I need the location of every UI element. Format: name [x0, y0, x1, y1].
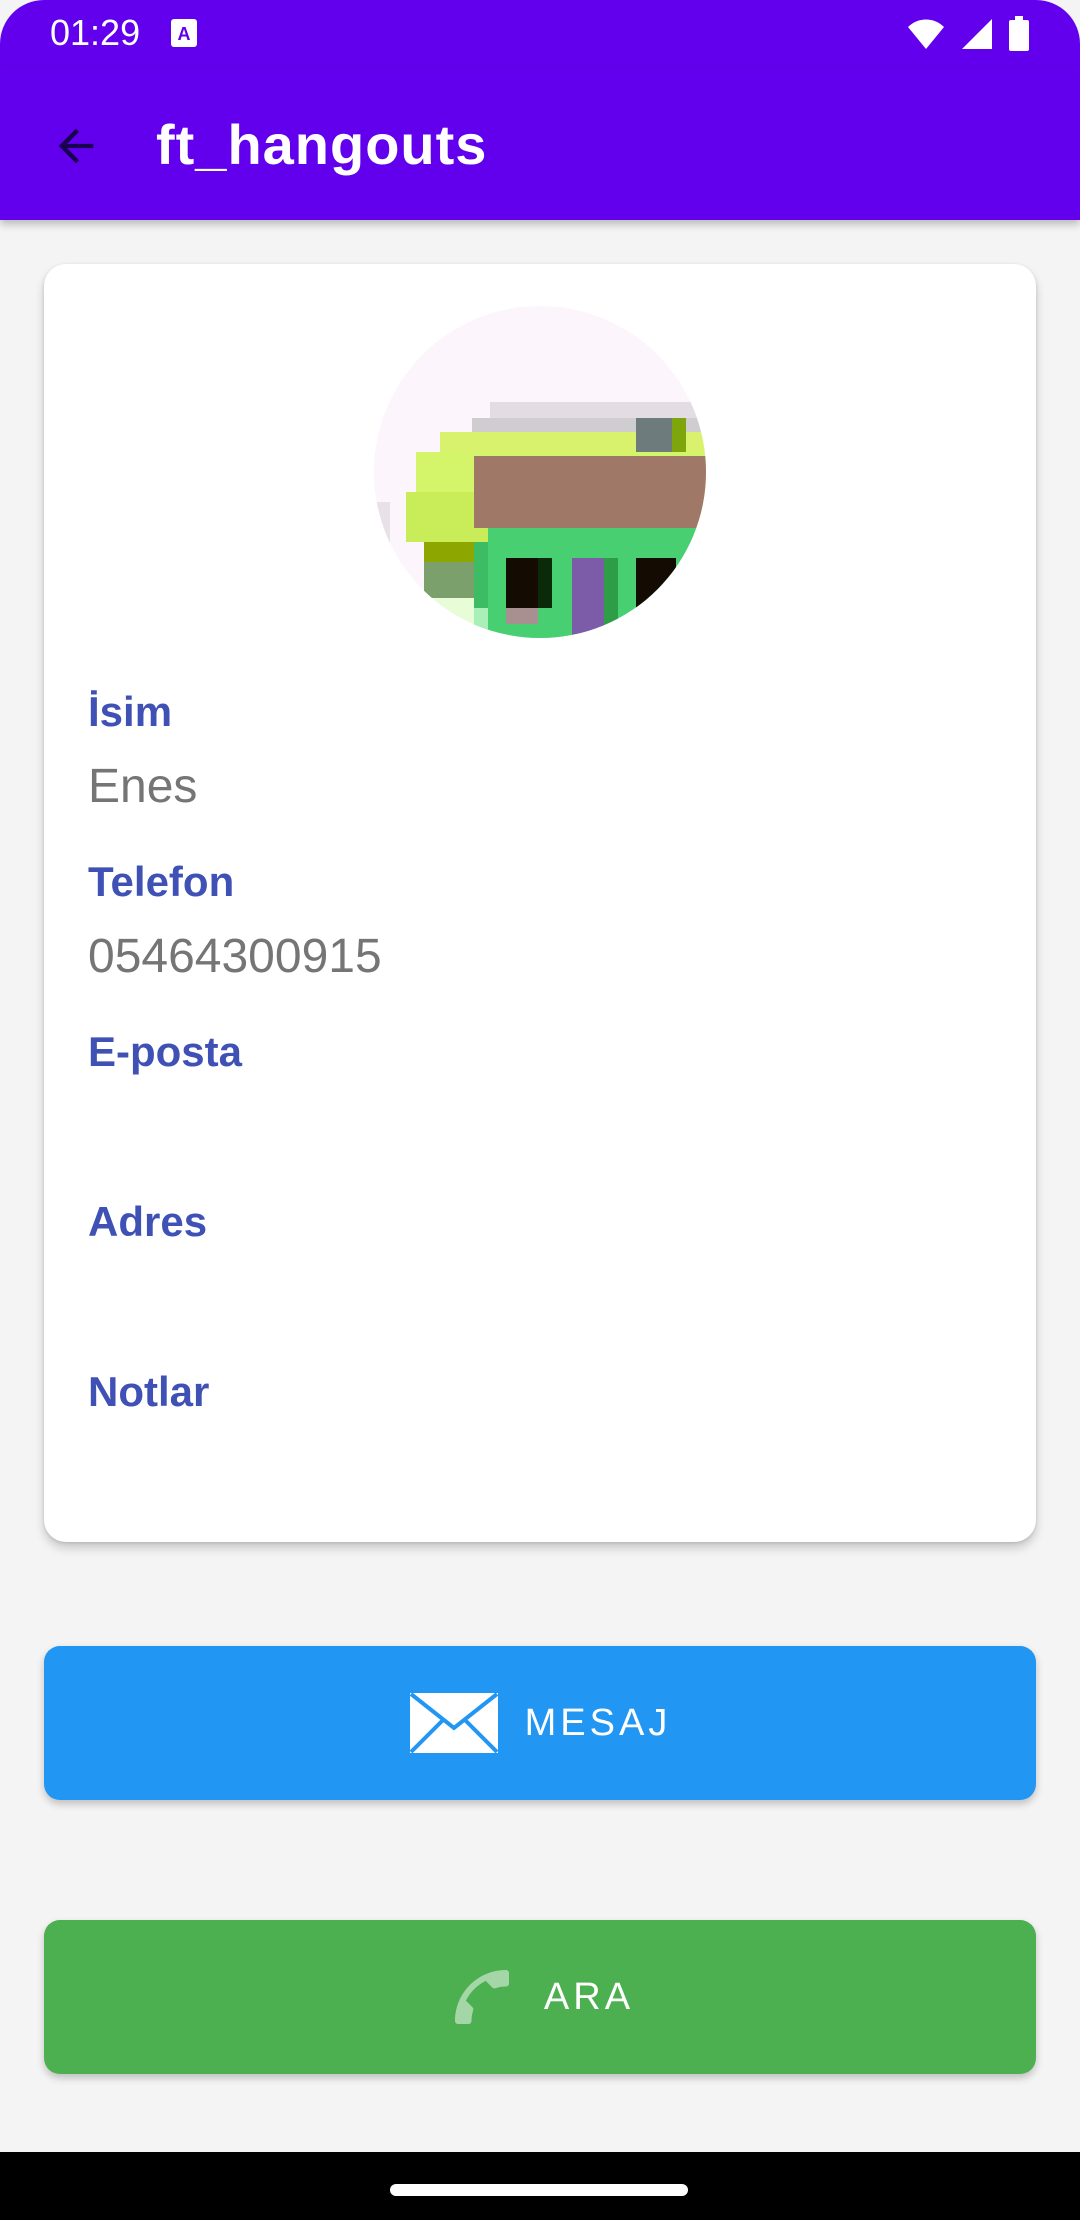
- status-icons: [906, 14, 1030, 54]
- status-time: 01:29: [50, 12, 141, 53]
- contact-card: İsim Enes Telefon 05464300915 E-posta Ad…: [44, 264, 1036, 1542]
- status-bar: 01:29 A: [0, 0, 1080, 66]
- keyboard-a-icon: A: [171, 19, 197, 47]
- svg-text:A: A: [178, 24, 191, 44]
- email-label: E-posta: [88, 1028, 243, 1075]
- avatar-image: [374, 306, 706, 638]
- wifi-icon: [908, 19, 944, 49]
- back-button[interactable]: [38, 108, 114, 184]
- message-button-label: MESAJ: [524, 1702, 672, 1744]
- call-button-label: ARA: [543, 1976, 635, 2018]
- name-label: İsim: [88, 688, 173, 735]
- phone-label: Telefon: [88, 858, 235, 905]
- phone-icon: [454, 1970, 509, 2024]
- name-value: Enes: [88, 760, 198, 813]
- call-button[interactable]: ARA: [44, 1920, 1036, 2074]
- arrow-back-icon: [58, 128, 94, 164]
- battery-icon: [1009, 16, 1029, 51]
- message-button[interactable]: MESAJ: [44, 1646, 1036, 1800]
- app-title: ft_hangouts: [156, 113, 488, 176]
- home-handle[interactable]: [390, 2184, 688, 2196]
- app-bar: ft_hangouts: [0, 66, 1080, 220]
- address-label: Adres: [88, 1198, 208, 1245]
- notes-label: Notlar: [88, 1368, 210, 1415]
- signal-icon: [962, 19, 992, 49]
- navigation-bar: [0, 2152, 1080, 2220]
- contact-avatar[interactable]: [374, 306, 706, 638]
- envelope-icon: [409, 1692, 499, 1754]
- phone-value: 05464300915: [88, 930, 382, 983]
